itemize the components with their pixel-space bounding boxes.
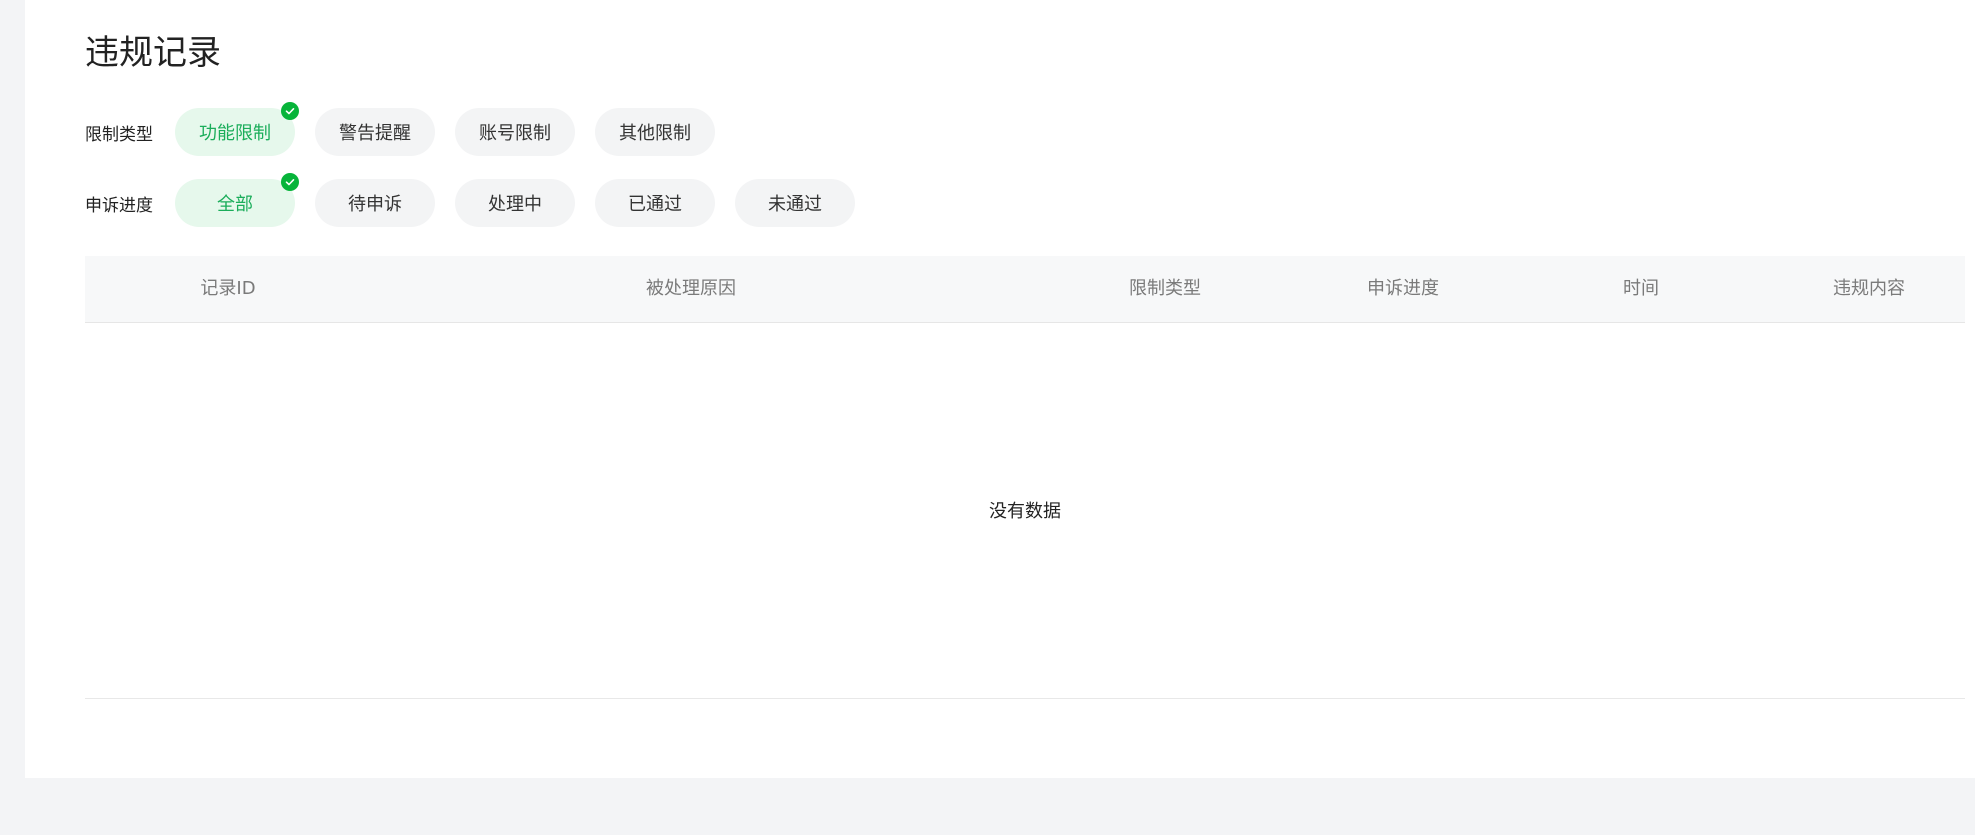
column-header-record-id: 记录ID: [200, 278, 256, 299]
page-title: 违规记录: [85, 33, 221, 73]
restriction-type-label: 限制类型: [85, 124, 153, 145]
chip-rejected[interactable]: 未通过: [735, 179, 855, 227]
chip-label: 功能限制: [199, 123, 271, 144]
chip-label: 警告提醒: [339, 123, 411, 144]
appeal-progress-filter: 申诉进度 全部 待申诉 处理中 已通过 未通过: [85, 173, 875, 228]
chip-label: 账号限制: [479, 123, 551, 144]
chip-processing[interactable]: 处理中: [455, 179, 575, 227]
chip-all[interactable]: 全部: [175, 173, 299, 227]
column-header-appeal-progress: 申诉进度: [1367, 278, 1439, 299]
chip-warning-reminder[interactable]: 警告提醒: [315, 108, 435, 156]
chip-label: 未通过: [768, 194, 822, 215]
content-card: 违规记录 限制类型 功能限制 警告提醒 账号限制 其他限制 申诉进度 全部 待申…: [25, 0, 1975, 778]
records-table: 记录ID 被处理原因 限制类型 申诉进度 时间 违规内容 没有数据: [85, 256, 1965, 699]
chip-label: 待申诉: [348, 194, 402, 215]
check-circle-icon: [281, 102, 299, 120]
column-header-restriction-type: 限制类型: [1129, 278, 1201, 299]
table-header: 记录ID 被处理原因 限制类型 申诉进度 时间 违规内容: [85, 256, 1965, 323]
restriction-type-filter: 限制类型 功能限制 警告提醒 账号限制 其他限制: [85, 102, 735, 157]
chip-label: 处理中: [488, 194, 542, 215]
chip-label: 其他限制: [619, 123, 691, 144]
chip-label: 全部: [217, 194, 253, 215]
appeal-progress-label: 申诉进度: [85, 195, 153, 216]
chip-account-restriction[interactable]: 账号限制: [455, 108, 575, 156]
chip-label: 已通过: [628, 194, 682, 215]
chip-pending-appeal[interactable]: 待申诉: [315, 179, 435, 227]
column-header-violation-content: 违规内容: [1833, 278, 1905, 299]
chip-function-restriction[interactable]: 功能限制: [175, 102, 299, 156]
column-header-time: 时间: [1623, 278, 1659, 299]
column-header-reason: 被处理原因: [646, 278, 736, 299]
check-circle-icon: [281, 173, 299, 191]
empty-state-text: 没有数据: [989, 501, 1061, 522]
chip-approved[interactable]: 已通过: [595, 179, 715, 227]
chip-other-restriction[interactable]: 其他限制: [595, 108, 715, 156]
